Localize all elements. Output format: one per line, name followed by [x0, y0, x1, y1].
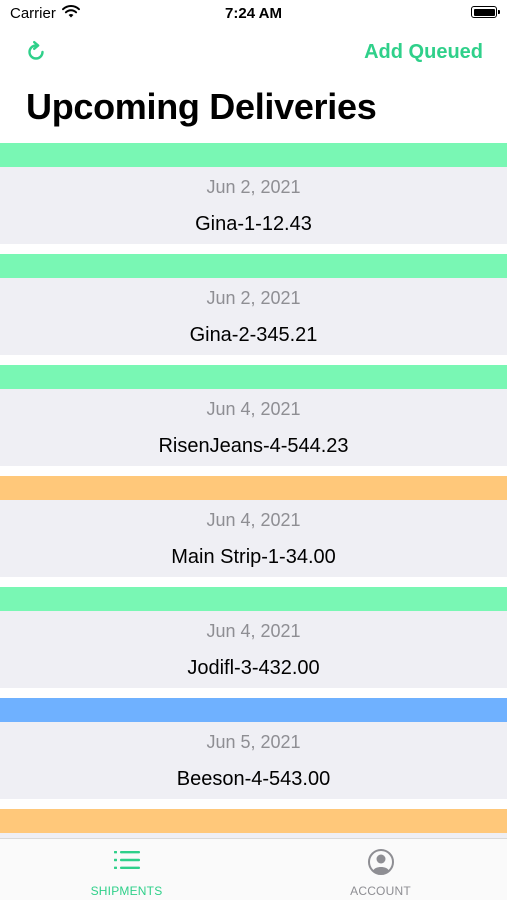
delivery-date: Jun 2, 2021: [206, 288, 301, 308]
delivery-row[interactable]: Jun 4, 2021 Main Strip-1-34.00: [0, 476, 507, 587]
add-queued-button[interactable]: Add Queued: [364, 41, 483, 64]
status-time: 7:24 AM: [225, 5, 282, 22]
delivery-row[interactable]: [0, 809, 507, 838]
delivery-date: Jun 5, 2021: [206, 732, 301, 752]
refresh-button[interactable]: [24, 40, 48, 64]
status-strip: [0, 587, 507, 611]
delivery-row[interactable]: Jun 2, 2021 Gina-2-345.21: [0, 254, 507, 365]
tab-account[interactable]: ACCOUNT: [254, 839, 507, 901]
delivery-card[interactable]: Jun 4, 2021 Jodifl-3-432.00: [0, 611, 507, 688]
delivery-name: Gina-2-345.21: [189, 324, 318, 346]
delivery-card[interactable]: Jun 2, 2021 Gina-2-345.21: [0, 278, 507, 355]
tab-shipments-label: SHIPMENTS: [90, 884, 163, 898]
page-title: Upcoming Deliveries: [26, 86, 377, 127]
delivery-card[interactable]: Jun 4, 2021 Main Strip-1-34.00: [0, 500, 507, 577]
delivery-row[interactable]: Jun 4, 2021 Jodifl-3-432.00: [0, 587, 507, 698]
delivery-name: Main Strip-1-34.00: [171, 546, 336, 568]
delivery-date: Jun 4, 2021: [206, 399, 301, 419]
delivery-card[interactable]: Jun 5, 2021 Beeson-4-543.00: [0, 722, 507, 799]
list-icon: [113, 848, 141, 877]
delivery-row[interactable]: Jun 5, 2021 Beeson-4-543.00: [0, 698, 507, 809]
delivery-card[interactable]: Jun 2, 2021 Gina-1-12.43: [0, 167, 507, 244]
delivery-date: Jun 4, 2021: [206, 510, 301, 530]
refresh-icon: [28, 41, 44, 60]
delivery-row[interactable]: Jun 2, 2021 Gina-1-12.43: [0, 143, 507, 254]
status-strip: [0, 476, 507, 500]
account-icon: [367, 848, 395, 881]
deliveries-list[interactable]: Jun 2, 2021 Gina-1-12.43 Jun 2, 2021 Gin…: [0, 143, 507, 838]
tab-shipments[interactable]: SHIPMENTS: [0, 839, 253, 901]
tab-bar: SHIPMENTS ACCOUNT: [0, 838, 507, 900]
delivery-date: Jun 4, 2021: [206, 621, 301, 641]
delivery-date: Jun 2, 2021: [206, 177, 301, 197]
status-strip: [0, 809, 507, 833]
delivery-name: Gina-1-12.43: [195, 213, 312, 235]
status-strip: [0, 254, 507, 278]
delivery-card[interactable]: Jun 4, 2021 RisenJeans-4-544.23: [0, 389, 507, 466]
tab-account-label: ACCOUNT: [350, 884, 411, 898]
status-strip: [0, 698, 507, 722]
delivery-name: Beeson-4-543.00: [176, 768, 331, 790]
delivery-name: Jodifl-3-432.00: [187, 657, 320, 679]
delivery-row[interactable]: Jun 4, 2021 RisenJeans-4-544.23: [0, 365, 507, 476]
status-bar: Carrier 7:24 AM: [0, 0, 507, 30]
battery-icon: [471, 6, 500, 18]
status-strip: [0, 365, 507, 389]
delivery-name: RisenJeans-4-544.23: [158, 435, 349, 457]
status-strip: [0, 143, 507, 167]
